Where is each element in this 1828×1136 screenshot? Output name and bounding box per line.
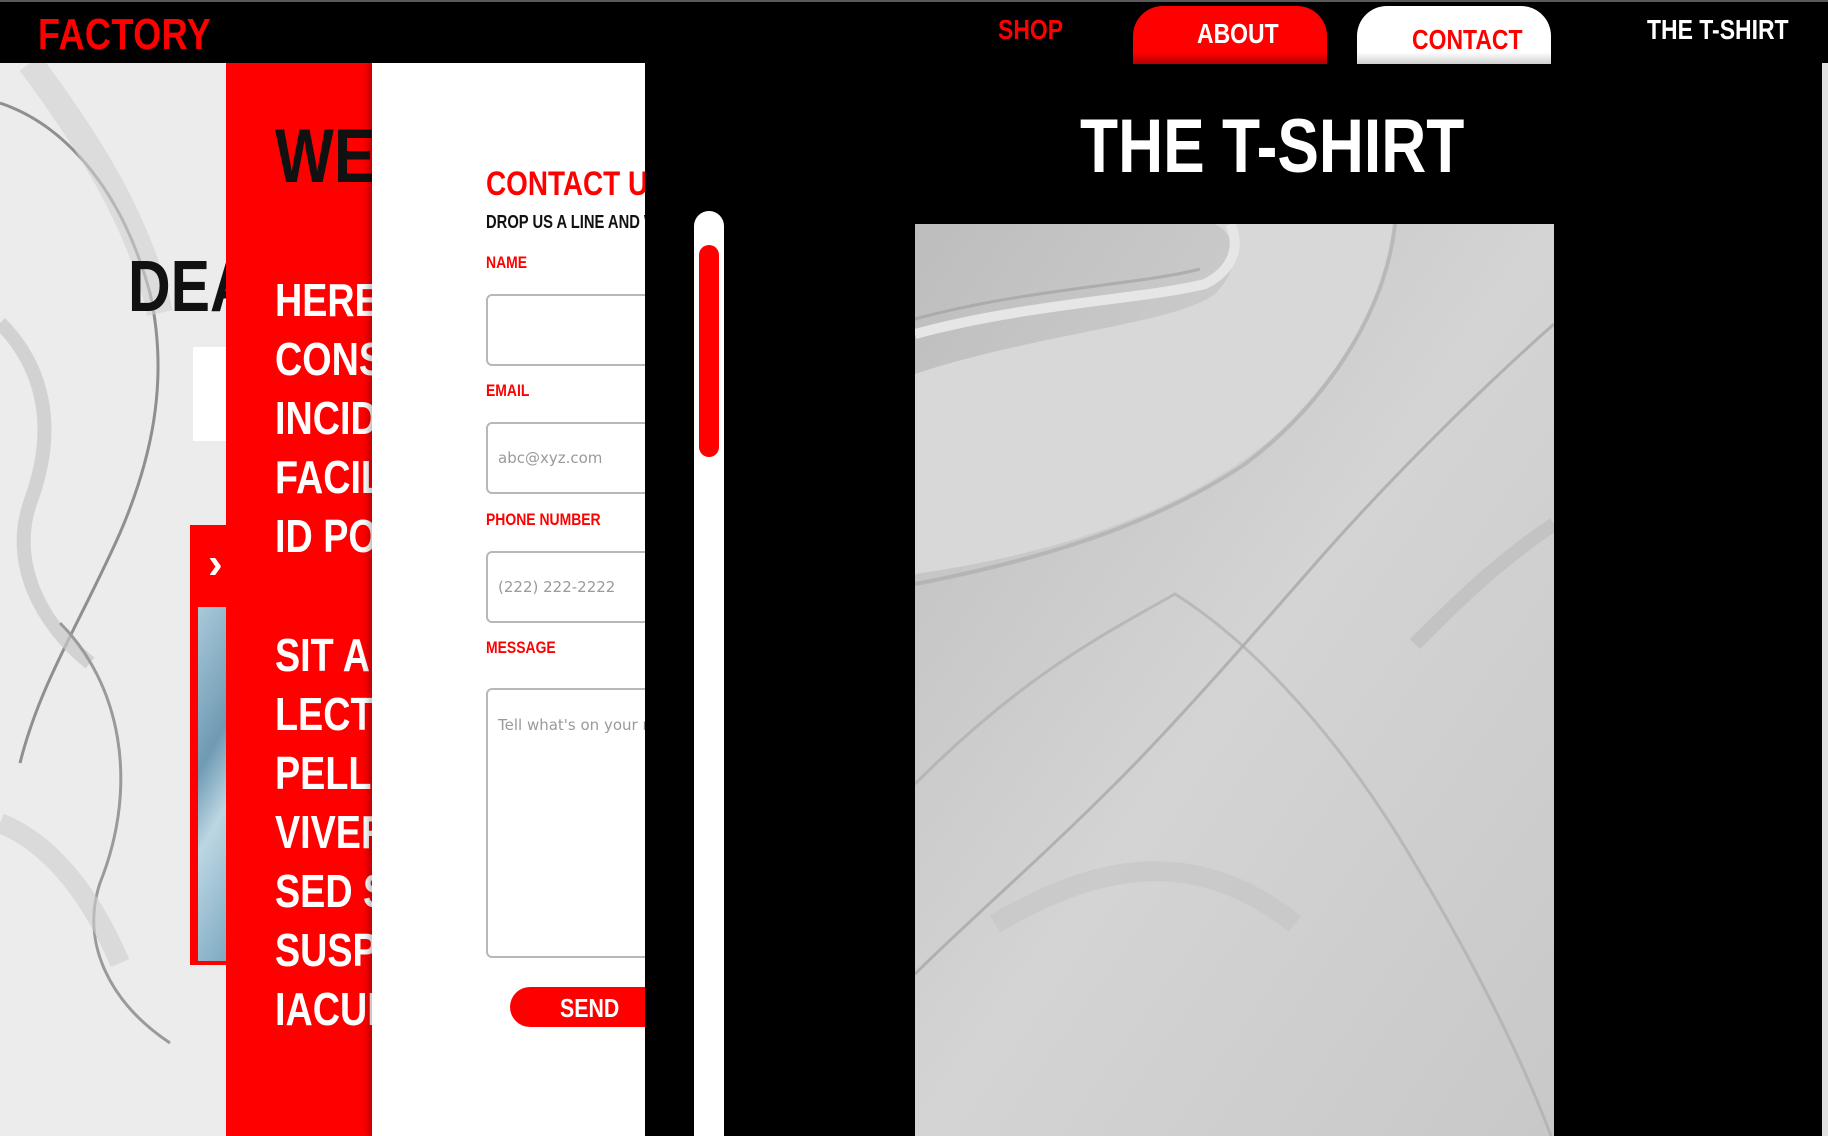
welcome-text-line: ID POR (275, 510, 376, 562)
welcome-text-line: SED SI (275, 865, 376, 917)
email-label: EMAIL (486, 381, 530, 400)
home-hero-box (193, 347, 230, 441)
message-label: MESSAGE (486, 638, 556, 657)
nav-tab-contact[interactable]: CONTACT (1357, 6, 1551, 64)
chevron-right-icon[interactable]: › (208, 539, 223, 589)
welcome-text-line: SUSPE (275, 924, 376, 976)
welcome-text-line: SIT AM (275, 629, 376, 681)
site-logo[interactable]: FACTORY (38, 10, 211, 60)
email-field[interactable] (486, 422, 646, 494)
nav-tab-contact-label: CONTACT (1412, 24, 1523, 55)
nav-tab-about[interactable]: ABOUT (1133, 6, 1327, 64)
top-nav-bar: FACTORY SHOP ABOUT CONTACT THE T-SHIRT (0, 0, 1828, 64)
scrollbar-thumb[interactable] (699, 245, 719, 457)
welcome-text-line: INCIDI (275, 392, 376, 444)
tshirt-photo-icon (915, 224, 1554, 1136)
contact-panel: CONTACT US DROP US A LINE AND WE'L NAME … (372, 63, 646, 1136)
welcome-heading: WEL (275, 114, 376, 199)
page-scroll-edge (1822, 63, 1828, 1136)
welcome-text-line: PELLE (275, 747, 376, 799)
lightbox-scrollbar[interactable] (694, 211, 724, 1136)
nav-link-shop[interactable]: SHOP (998, 14, 1063, 46)
contact-title: CONTACT US (486, 165, 646, 203)
send-button[interactable]: SEND (510, 987, 646, 1027)
phone-label: PHONE NUMBER (486, 510, 601, 529)
welcome-text-line: LECTU (275, 688, 376, 740)
lightbox-title: THE T-SHIRT (1080, 104, 1465, 189)
welcome-text-line: VIVERI (275, 806, 376, 858)
welcome-text-line: CONSE (275, 333, 376, 385)
welcome-text-line: IACUL (275, 983, 376, 1035)
welcome-panel: WEL HERE I CONSE INCIDI FACILI ID POR SI… (226, 63, 376, 1136)
home-page-background: DEA › (0, 63, 230, 1136)
nav-tab-about-label: ABOUT (1197, 18, 1279, 49)
send-button-label: SEND (560, 993, 620, 1023)
name-label: NAME (486, 253, 528, 272)
product-slider-card[interactable]: › (190, 525, 230, 965)
contact-subtitle: DROP US A LINE AND WE'L (486, 212, 646, 232)
home-hero-heading: DEA (128, 247, 230, 327)
phone-field[interactable] (486, 551, 646, 623)
message-field[interactable] (486, 688, 646, 958)
name-field[interactable] (486, 294, 646, 366)
welcome-text-line: FACILI (275, 451, 376, 503)
nav-link-the-tshirt[interactable]: THE T-SHIRT (1647, 14, 1789, 46)
welcome-text-line: HERE I (275, 274, 376, 326)
tshirt-lightbox: THE T-SHIRT (645, 63, 1822, 1136)
